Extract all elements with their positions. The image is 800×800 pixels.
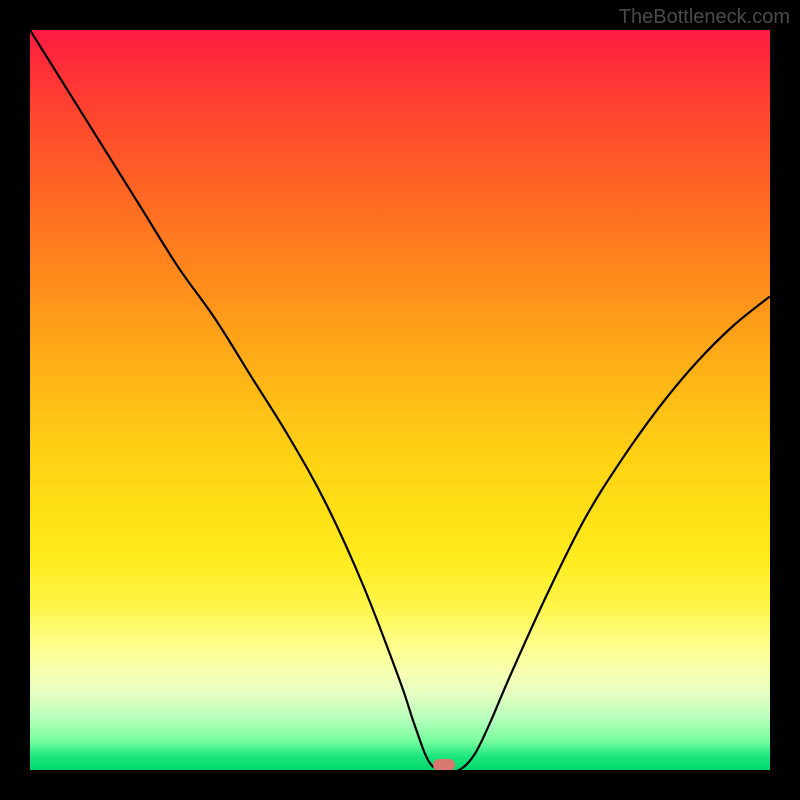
chart-marker [433,759,455,770]
watermark-text: TheBottleneck.com [619,6,790,29]
chart-curve-svg [30,30,770,770]
chart-plot-area [30,30,770,770]
bottleneck-curve-line [30,30,770,770]
